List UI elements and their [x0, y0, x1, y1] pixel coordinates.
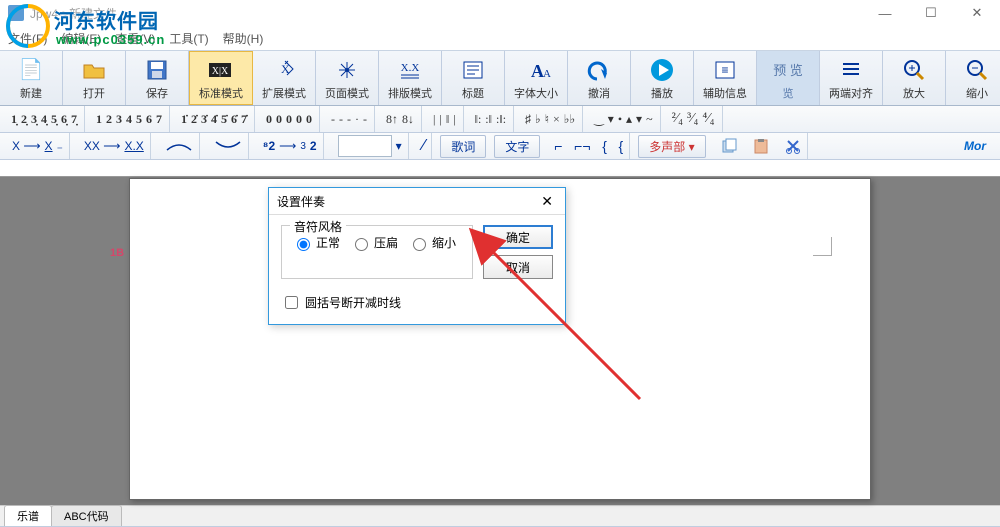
- svg-text:A: A: [543, 68, 551, 80]
- group-tool[interactable]: ⁸2 ⟶ 32: [257, 133, 324, 159]
- note-group-1[interactable]: 1̣2̣3̣4̣5̣6̣7̣: [4, 106, 85, 132]
- zoom-out-icon: [965, 56, 989, 84]
- x-to-x-tool[interactable]: X ⟶ X₋: [6, 133, 70, 159]
- cut-icon[interactable]: [785, 138, 801, 154]
- app-icon: [8, 5, 24, 21]
- preview-button[interactable]: 预 览览: [757, 51, 820, 105]
- standard-mode-button[interactable]: X|X标准模式: [189, 51, 253, 105]
- text-button[interactable]: 文字: [494, 135, 540, 158]
- menu-help[interactable]: 帮助(H): [223, 30, 264, 47]
- aux-icon: ≡: [713, 56, 737, 84]
- font-size-icon: AA: [521, 56, 551, 84]
- title-bar: Jpw4->新建文件 — ☐ ✕: [0, 0, 1000, 26]
- accidental-group[interactable]: ♯♭♮×♭♭: [518, 106, 583, 132]
- page-mode-icon: [335, 56, 359, 84]
- ok-button[interactable]: 确定: [483, 225, 553, 249]
- typeset-mode-button[interactable]: X.X排版模式: [379, 51, 442, 105]
- note-style-fieldset: 音符风格 正常 压扁 缩小: [281, 225, 473, 279]
- save-button[interactable]: 保存: [126, 51, 189, 105]
- svg-text:≡: ≡: [721, 63, 728, 77]
- new-button[interactable]: 📄新建: [0, 51, 63, 105]
- zoom-in-icon: [902, 56, 926, 84]
- dialog-title: 设置伴奏: [277, 193, 325, 210]
- save-icon: [146, 56, 168, 84]
- note-group-3[interactable]: 1̇2̇3̇4̇5̇6̇7̇: [174, 106, 255, 132]
- ribbon-toolbar: 📄新建 打开 保存 X|X标准模式 X扩展模式 页面模式 X.X排版模式 标题 …: [0, 50, 1000, 106]
- undo-icon: [587, 56, 611, 84]
- title-icon: [461, 56, 485, 84]
- svg-text:X|X: X|X: [212, 66, 229, 77]
- margin-corner: [813, 237, 832, 256]
- dash-group[interactable]: ---·-: [324, 106, 375, 132]
- menu-view[interactable]: 查看(V): [115, 30, 155, 47]
- radio-flat[interactable]: 压扁: [350, 234, 398, 251]
- page-mark: 1B: [110, 247, 124, 259]
- note-group-2[interactable]: 1234567: [89, 106, 170, 132]
- aux-info-button[interactable]: ≡辅助信息: [694, 51, 757, 105]
- maximize-button[interactable]: ☐: [908, 0, 954, 26]
- set-accompaniment-dialog: 设置伴奏 ✕ 音符风格 正常 压扁 缩小 确定 取消: [268, 187, 566, 325]
- justify-button[interactable]: 两端对齐: [820, 51, 883, 105]
- preview-icon: 预 览: [773, 56, 803, 84]
- dialog-close-button[interactable]: ✕: [537, 193, 557, 210]
- slur-tool[interactable]: [159, 133, 200, 159]
- paren-break-checkbox[interactable]: [285, 296, 298, 309]
- ornament-group[interactable]: ‿▾•▴▾~: [587, 106, 660, 132]
- lyric-button[interactable]: 歌词: [440, 135, 486, 158]
- menu-bar: 文件(F) 编辑(E) 查看(V) 工具(T) 帮助(H): [0, 26, 1000, 50]
- undo-button[interactable]: 撤消: [568, 51, 631, 105]
- title-button[interactable]: 标题: [442, 51, 505, 105]
- symbol-toolbar-2: X ⟶ X₋ XX ⟶ X.X ⁸2 ⟶ 32 ▾ ∕ 歌词 文字 ⌐ ⌐¬ {…: [0, 133, 1000, 160]
- minimize-button[interactable]: —: [862, 0, 908, 26]
- xx-to-xx-tool[interactable]: XX ⟶ X.X: [78, 133, 151, 159]
- bottom-tabs: 乐谱 ABC代码: [0, 505, 1000, 526]
- document-page[interactable]: 1B 设置伴奏 ✕ 音符风格 正常 压扁 缩小 确定 取消: [129, 178, 871, 500]
- radio-small[interactable]: 缩小: [408, 234, 456, 251]
- page-mode-button[interactable]: 页面模式: [316, 51, 379, 105]
- open-button[interactable]: 打开: [63, 51, 126, 105]
- paren-break-label: 圆括号断开减时线: [305, 294, 401, 311]
- open-icon: [82, 56, 106, 84]
- menu-tool[interactable]: 工具(T): [169, 30, 208, 47]
- octave-group[interactable]: 8↑8↓: [379, 106, 422, 132]
- more-link[interactable]: Mor: [964, 139, 994, 153]
- slash-tool[interactable]: ∕: [417, 133, 433, 159]
- horizontal-ruler: [0, 160, 1000, 177]
- justify-icon: [839, 56, 863, 84]
- new-icon: 📄: [19, 56, 44, 84]
- menu-file[interactable]: 文件(F): [8, 30, 47, 47]
- bracket-tools[interactable]: ⌐ ⌐¬ { {: [548, 133, 630, 159]
- polyphonic-button[interactable]: 多声部 ▾: [638, 135, 705, 158]
- cancel-button[interactable]: 取消: [483, 255, 553, 279]
- play-button[interactable]: 播放: [631, 51, 694, 105]
- extend-mode-button[interactable]: X扩展模式: [253, 51, 316, 105]
- repeat-group[interactable]: ‖::‖:‖:: [468, 106, 514, 132]
- menu-edit[interactable]: 编辑(E): [61, 30, 101, 47]
- combo-tool[interactable]: ▾: [332, 133, 409, 159]
- standard-mode-icon: X|X: [207, 56, 235, 84]
- play-icon: [650, 56, 674, 84]
- zoom-in-button[interactable]: 放大: [883, 51, 946, 105]
- tie-down-tool[interactable]: [208, 133, 249, 159]
- time-sig-group[interactable]: ²⁄₄³⁄₄⁴⁄₄: [665, 106, 723, 132]
- extend-mode-icon: X: [271, 56, 297, 84]
- symbol-toolbar-1: 1̣2̣3̣4̣5̣6̣7̣ 1234567 1̇2̇3̇4̇5̇6̇7̇ 00…: [0, 106, 1000, 133]
- rest-group[interactable]: 00000: [259, 106, 320, 132]
- paste-icon[interactable]: [752, 138, 770, 154]
- barline-group[interactable]: ||‖|: [426, 106, 464, 132]
- copy-icon[interactable]: [720, 138, 738, 154]
- radio-normal[interactable]: 正常: [292, 234, 340, 251]
- workspace: 1B 设置伴奏 ✕ 音符风格 正常 压扁 缩小 确定 取消: [0, 160, 1000, 505]
- zoom-out-button[interactable]: 缩小: [946, 51, 1000, 105]
- combo-input[interactable]: [338, 135, 392, 157]
- font-size-button[interactable]: AA字体大小: [505, 51, 568, 105]
- fieldset-legend: 音符风格: [290, 218, 346, 235]
- tab-abc-code[interactable]: ABC代码: [51, 505, 122, 526]
- close-window-button[interactable]: ✕: [954, 0, 1000, 26]
- tab-score[interactable]: 乐谱: [4, 505, 52, 526]
- window-title: Jpw4->新建文件: [30, 5, 117, 22]
- edit-icons[interactable]: [714, 133, 808, 159]
- svg-text:X.X: X.X: [401, 62, 420, 74]
- typeset-mode-icon: X.X: [397, 56, 423, 84]
